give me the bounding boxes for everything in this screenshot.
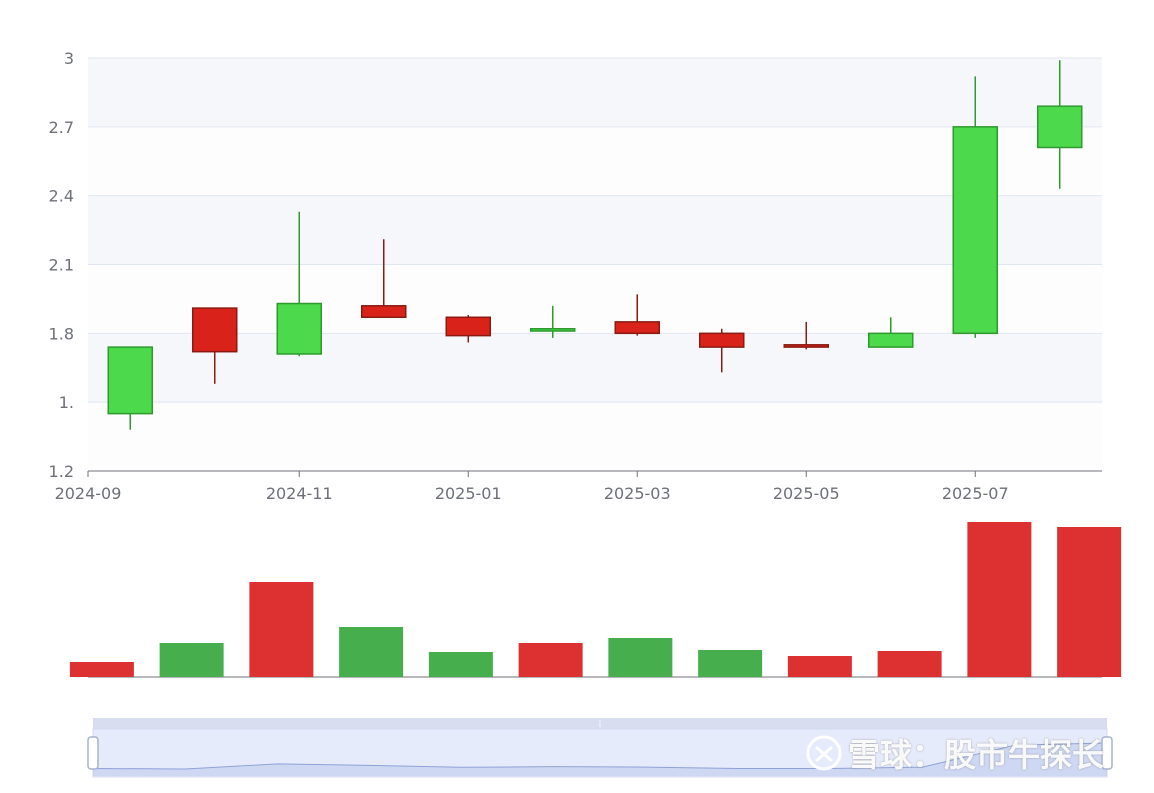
slider-left-handle[interactable] [87, 736, 99, 770]
candle-body [614, 321, 660, 335]
volume-bar [69, 662, 134, 677]
y-tick-label: 1.2 [49, 462, 74, 481]
chart-root: 1.2 1. 1.8 2.1 2.4 2.7 3 2024-09 2024-11 2025-01 2… [0, 0, 1154, 789]
candle-body [699, 332, 745, 348]
xueqiu-logo-icon [806, 735, 842, 771]
volume-bar [698, 650, 763, 677]
candle-body [530, 327, 576, 332]
candle-body [952, 126, 998, 335]
grid-band [88, 333, 1102, 403]
volume-bars [69, 522, 1122, 678]
volume-bar [159, 643, 224, 677]
watermark-text: 雪球：股市牛探长 [848, 736, 1105, 774]
y-tick-label: 2.7 [49, 118, 74, 137]
candle-body [107, 346, 153, 415]
volume-bar [787, 656, 852, 677]
grid-band [88, 402, 1102, 471]
y-tick-label: 1.8 [49, 324, 74, 343]
chart-canvas: 1.2 1. 1.8 2.1 2.4 2.7 3 2024-09 2024-11 2025-01 2… [49, 49, 1122, 778]
kline-grid [88, 57, 1102, 471]
y-tick-label: 1. [59, 393, 74, 412]
x-tick-label: 2025-07 [942, 484, 1009, 503]
candle-body [868, 332, 914, 348]
volume-bar [608, 638, 673, 677]
x-tick-label: 2025-05 [773, 484, 840, 503]
grid-band [88, 195, 1102, 265]
candle-body [783, 344, 829, 348]
y-tick-label: 2.4 [49, 187, 74, 206]
candle-body [361, 305, 407, 319]
grid-band [88, 264, 1102, 334]
volume-bar [518, 643, 583, 677]
x-tick-label: 2024-09 [55, 484, 122, 503]
candle-body [1037, 105, 1083, 149]
slider-move-handle-icon[interactable]: ⁞ [598, 719, 601, 730]
x-tick-label: 2024-11 [266, 484, 333, 503]
volume-bar [1057, 527, 1122, 677]
candle-body [445, 316, 491, 337]
volume-bar [339, 627, 404, 677]
volume-bar [877, 651, 942, 677]
x-tick-label: 2025-01 [435, 484, 502, 503]
volume-bar [428, 652, 493, 677]
candle-body [192, 307, 238, 353]
y-tick-label: 2.1 [49, 256, 74, 275]
x-tick-label: 2025-03 [604, 484, 671, 503]
watermark: 雪球：股市牛探长 [806, 730, 1104, 776]
grid-band [88, 58, 1102, 127]
grid-band [88, 126, 1102, 196]
y-tick-label: 3 [64, 49, 74, 68]
volume-bar [249, 582, 314, 677]
candle-body [276, 302, 322, 355]
volume-bar [967, 522, 1032, 677]
